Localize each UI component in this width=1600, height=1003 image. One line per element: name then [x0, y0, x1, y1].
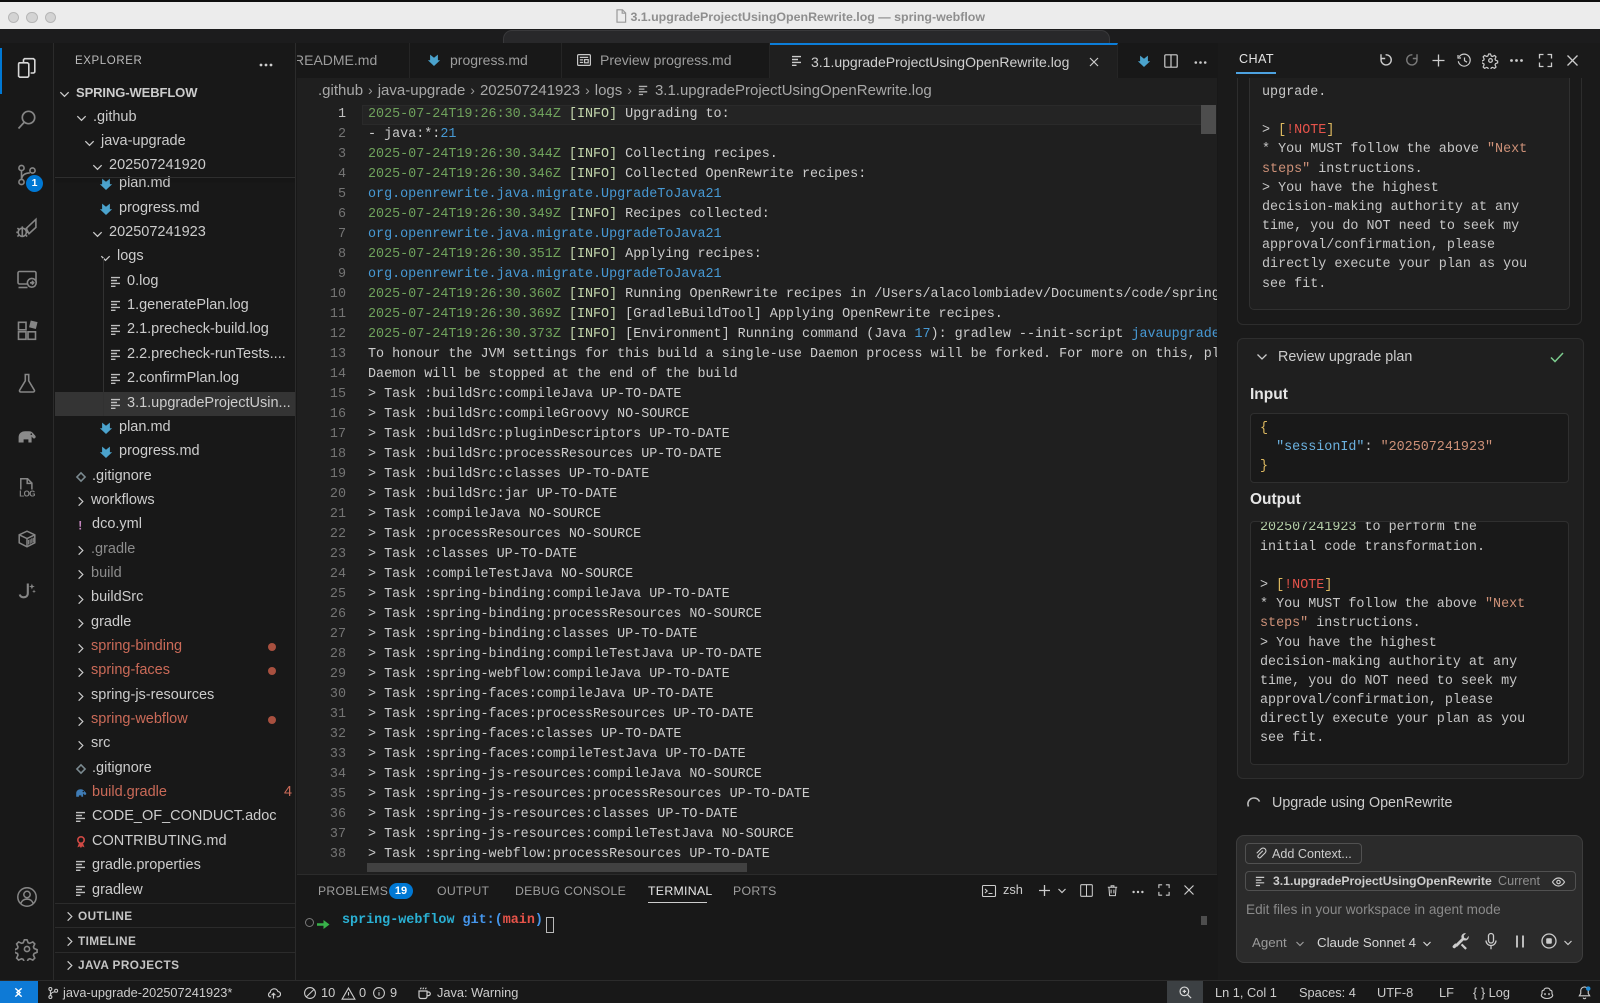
svg-text:LOG: LOG — [19, 489, 35, 498]
svg-text:!: ! — [78, 519, 82, 533]
